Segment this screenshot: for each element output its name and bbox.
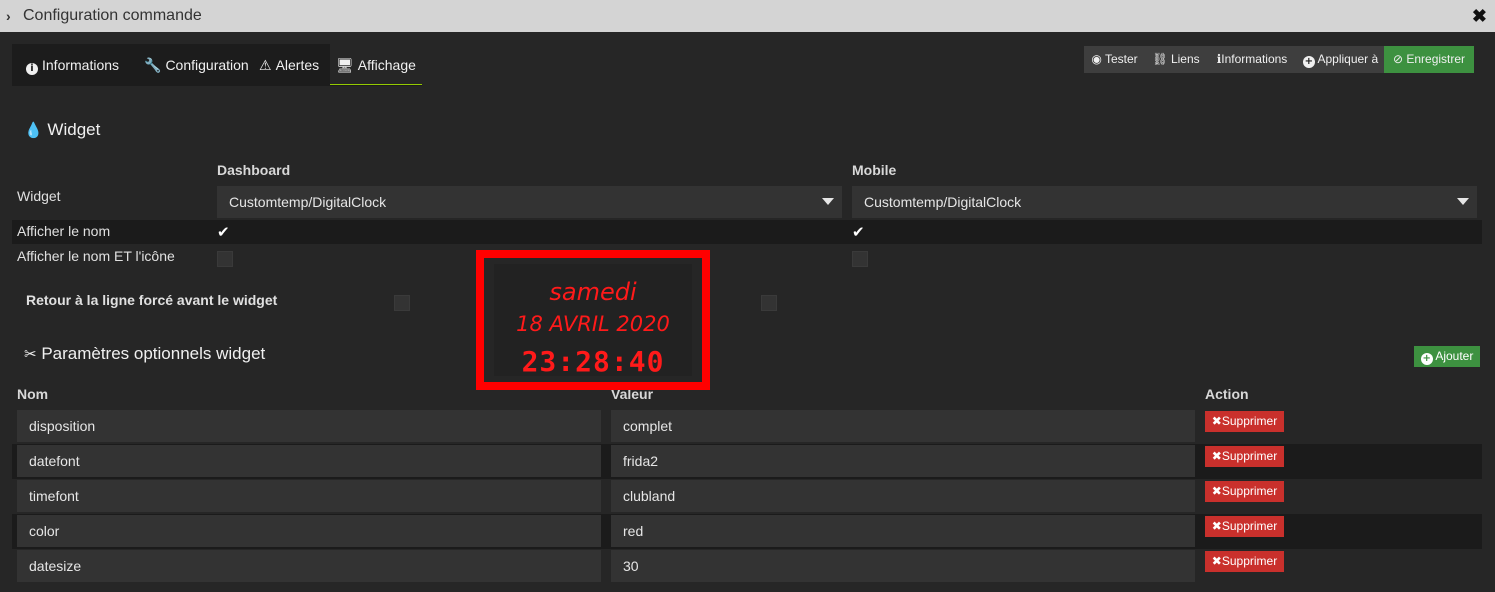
param-value-input[interactable]: frida2 (611, 445, 1195, 477)
caret-down-icon (822, 198, 834, 205)
times-icon: ✖ (1211, 519, 1222, 533)
liens-button[interactable]: ⛓ Liens (1145, 46, 1207, 73)
dashboard-header: Dashboard (217, 162, 291, 178)
param-name-input[interactable]: datefont (17, 445, 601, 477)
delete-button[interactable]: ✖Supprimer (1205, 551, 1284, 572)
plus-circle-icon: + (1420, 353, 1433, 365)
param-value-input[interactable]: 30 (611, 550, 1195, 582)
show-name-label: Afficher le nom (17, 223, 111, 239)
delete-button[interactable]: ✖Supprimer (1205, 481, 1284, 502)
col-name-header: Nom (17, 386, 49, 402)
informations-button[interactable]: ℹInformations (1207, 46, 1297, 73)
widget-section-title: 💧 Widget (24, 120, 101, 139)
clock-date: 18 AVRIL 2020 (516, 312, 670, 336)
chevron-right-icon[interactable]: › (6, 0, 11, 32)
enregistrer-button[interactable]: ⊘ Enregistrer (1384, 46, 1474, 73)
tab-bar: i Informations 🔧 Configuration ⚠ Alertes 🖥 A… (12, 44, 422, 86)
param-value-input[interactable]: complet (611, 410, 1195, 442)
mobile-header: Mobile (852, 162, 897, 178)
show-name-dashboard-checkbox[interactable]: ✔ (217, 223, 230, 241)
close-icon[interactable]: ✖ (1472, 0, 1487, 32)
tab-affichage[interactable]: 🖥 Affichage (330, 44, 422, 85)
clock-day: samedi (549, 278, 637, 306)
wrench-icon: 🔧 (144, 57, 162, 73)
plus-circle-icon: + (1302, 56, 1315, 68)
show-name-icon-dashboard-checkbox[interactable] (217, 251, 233, 267)
check-circle-icon: ⊘ (1392, 52, 1404, 66)
times-icon: ✖ (1211, 449, 1222, 463)
line-break-mobile-checkbox[interactable] (761, 295, 777, 311)
delete-button[interactable]: ✖Supprimer (1205, 446, 1284, 467)
tab-configuration[interactable]: 🔧 Configuration (144, 44, 249, 86)
monitor-icon: 🖥 (336, 57, 354, 73)
add-param-button[interactable]: + Ajouter (1414, 346, 1480, 367)
col-action-header: Action (1205, 386, 1249, 402)
window-titlebar: › Configuration commande ✖ (0, 0, 1495, 32)
row-stripe (12, 220, 1482, 244)
times-icon: ✖ (1211, 484, 1222, 498)
param-value-input[interactable]: clubland (611, 480, 1195, 512)
appliquer-button[interactable]: + Appliquer à (1297, 46, 1384, 73)
rss-icon: ◉ (1091, 52, 1102, 66)
link-icon: ⛓ (1152, 52, 1168, 66)
clock-time: 23:28:40 (521, 345, 665, 376)
info-circle-icon: i (26, 63, 38, 75)
tab-alertes[interactable]: ⚠ Alertes (259, 44, 319, 86)
param-name-input[interactable]: datesize (17, 550, 601, 582)
line-break-label: Retour à la ligne forcé avant le widget (26, 292, 278, 308)
digital-clock: samedi 18 AVRIL 2020 23:28:40 (494, 264, 692, 376)
window-title: Configuration commande (23, 7, 202, 24)
warning-icon: ⚠ (259, 57, 272, 73)
param-value-input[interactable]: red (611, 515, 1195, 547)
tools-icon: ✂ (24, 346, 37, 363)
tab-informations[interactable]: i Informations (26, 44, 119, 86)
param-name-input[interactable]: color (17, 515, 601, 547)
show-name-icon-label: Afficher le nom ET l'icône (17, 248, 175, 264)
tester-button[interactable]: ◉ Tester (1084, 46, 1145, 73)
show-name-mobile-checkbox[interactable]: ✔ (852, 223, 865, 241)
params-section-title: ✂ Paramètres optionnels widget (24, 344, 266, 363)
times-icon: ✖ (1211, 554, 1222, 568)
widget-label: Widget (17, 188, 61, 204)
delete-button[interactable]: ✖Supprimer (1205, 411, 1284, 432)
param-name-input[interactable]: timefont (17, 480, 601, 512)
times-icon: ✖ (1211, 414, 1222, 428)
droplet-icon: 💧 (24, 122, 43, 139)
widget-preview: samedi 18 AVRIL 2020 23:28:40 (476, 250, 710, 390)
mobile-widget-select[interactable]: Customtemp/DigitalClock (852, 186, 1477, 218)
line-break-dashboard-checkbox[interactable] (394, 295, 410, 311)
caret-down-icon (1457, 198, 1469, 205)
dashboard-widget-select[interactable]: Customtemp/DigitalClock (217, 186, 842, 218)
delete-button[interactable]: ✖Supprimer (1205, 516, 1284, 537)
show-name-icon-mobile-checkbox[interactable] (852, 251, 868, 267)
param-name-input[interactable]: disposition (17, 410, 601, 442)
